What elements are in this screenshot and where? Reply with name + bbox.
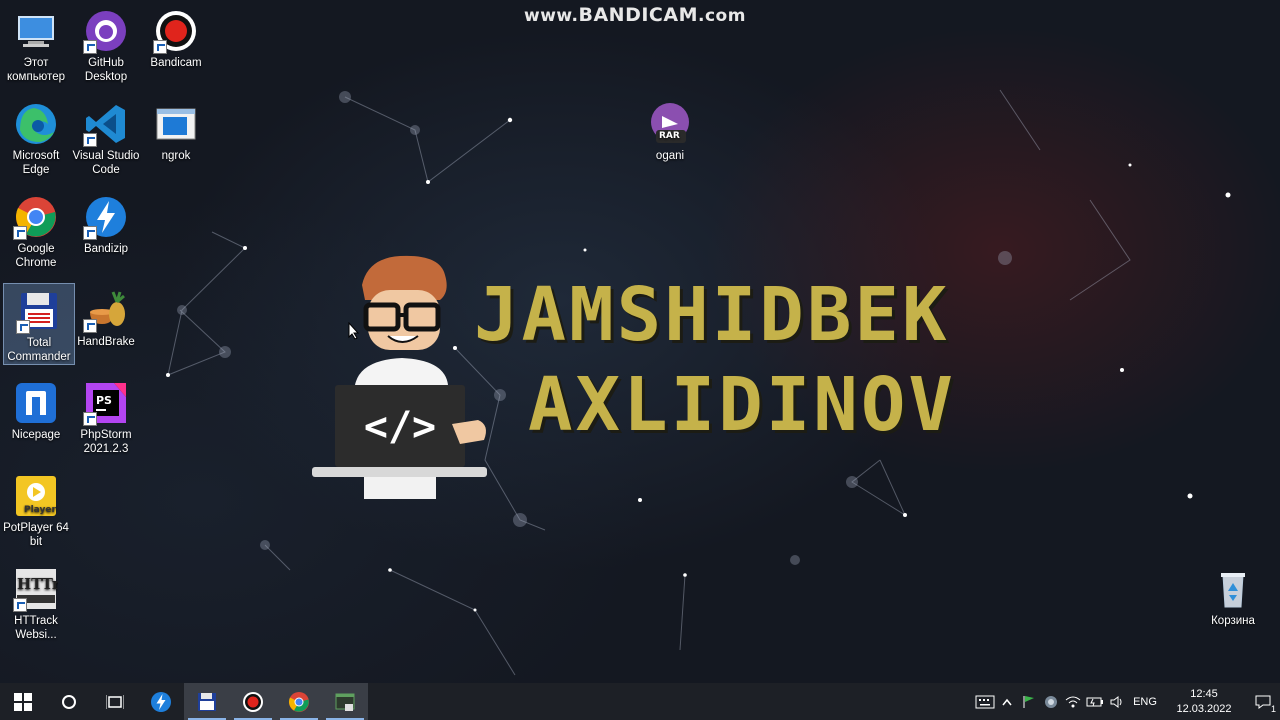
- terminal-icon: [335, 693, 355, 711]
- github-desktop-icon: [83, 8, 129, 54]
- start-icon: [14, 692, 32, 711]
- nicepage-icon: [13, 380, 59, 426]
- svg-text:Player: Player: [24, 505, 56, 515]
- mouse-cursor-icon: [348, 322, 360, 340]
- rar-badge: RAR: [659, 131, 680, 141]
- ngrok-icon: [153, 101, 199, 147]
- svg-text:HTTr: HTTr: [17, 575, 58, 593]
- winrar-archive-icon: RAR: [647, 101, 693, 147]
- desktop-icon-bandizip[interactable]: Bandizip: [71, 190, 141, 256]
- notification-icon: [1255, 695, 1271, 709]
- chrome-icon: [289, 691, 309, 712]
- wallpaper-title-line2: AXLIDINOV: [528, 362, 956, 448]
- shortcut-arrow-icon: [83, 133, 97, 147]
- bandicam-watermark: www.BANDICAM.com: [524, 4, 746, 26]
- task-view-button[interactable]: [92, 683, 138, 720]
- green-flag-icon: [1023, 695, 1034, 708]
- taskbar-bandicam[interactable]: [230, 683, 276, 720]
- clock-time: 12:45: [1190, 687, 1218, 700]
- show-hidden-icons-button[interactable]: [996, 683, 1018, 720]
- task-view-icon: [106, 694, 124, 709]
- shortcut-arrow-icon: [13, 598, 27, 612]
- desktop-icon-ngrok[interactable]: ngrok: [141, 97, 211, 163]
- total-commander-icon: [16, 288, 62, 334]
- edge-icon: [13, 101, 59, 147]
- touch-keyboard-button[interactable]: [974, 683, 996, 720]
- tray-flag[interactable]: [1018, 683, 1040, 720]
- tray-app[interactable]: [1040, 683, 1062, 720]
- start-button[interactable]: [0, 683, 46, 720]
- phpstorm-icon: PS: [83, 380, 129, 426]
- system-tray: ENG 12:45 12.03.2022 1: [974, 683, 1280, 720]
- wifi-icon: [1065, 696, 1081, 707]
- language-indicator[interactable]: ENG: [1128, 683, 1162, 720]
- volume-button[interactable]: [1106, 683, 1128, 720]
- shortcut-arrow-icon: [83, 319, 97, 333]
- taskbar: ENG 12:45 12.03.2022 1: [0, 683, 1280, 720]
- bandicam-icon: [243, 691, 263, 712]
- network-button[interactable]: [1062, 683, 1084, 720]
- battery-icon: [1086, 697, 1103, 706]
- taskbar-bandizip[interactable]: [138, 683, 184, 720]
- battery-button[interactable]: [1084, 683, 1106, 720]
- chrome-icon: [13, 194, 59, 240]
- shortcut-arrow-icon: [153, 40, 167, 54]
- this-pc-icon: [13, 8, 59, 54]
- desktop-icon-nicepage[interactable]: Nicepage: [1, 376, 71, 442]
- desktop-icon-bandicam[interactable]: Bandicam: [141, 4, 211, 70]
- desktop-icon-github-desktop[interactable]: GitHub Desktop: [71, 4, 141, 84]
- clock-date: 12.03.2022: [1176, 702, 1232, 715]
- desktop-icon-microsoft-edge[interactable]: Microsoft Edge: [1, 97, 71, 177]
- desktop-icon-recycle-bin[interactable]: Корзина: [1198, 562, 1268, 628]
- httrack-icon: HTTr: [13, 566, 59, 612]
- recycle-bin-icon: [1210, 566, 1256, 612]
- circle-app-icon: [1045, 695, 1057, 708]
- taskbar-chrome[interactable]: [276, 683, 322, 720]
- desktop-icon-potplayer[interactable]: Player PotPlayer 64 bit: [1, 469, 71, 549]
- desktop-icon-this-pc[interactable]: Этот компьютер: [1, 4, 71, 84]
- shortcut-arrow-icon: [13, 226, 27, 240]
- taskbar-terminal[interactable]: [322, 683, 368, 720]
- bandizip-icon: [151, 691, 171, 712]
- bandizip-icon: [83, 194, 129, 240]
- shortcut-arrow-icon: [83, 226, 97, 240]
- taskbar-total-commander[interactable]: [184, 683, 230, 720]
- programmer-character: </>: [312, 255, 487, 499]
- desktop-icon-vscode[interactable]: Visual Studio Code: [71, 97, 141, 177]
- shortcut-arrow-icon: [83, 412, 97, 426]
- desktop-icon-httrack[interactable]: HTTr HTTrack Websi...: [1, 562, 71, 642]
- notification-center-button[interactable]: 1: [1246, 683, 1280, 720]
- search-icon: [62, 694, 76, 709]
- keyboard-icon: [975, 695, 995, 708]
- desktop-icon-google-chrome[interactable]: Google Chrome: [1, 190, 71, 270]
- code-symbol: </>: [364, 404, 436, 450]
- speaker-icon: [1110, 695, 1122, 708]
- svg-text:PS: PS: [96, 394, 112, 407]
- clock[interactable]: 12:45 12.03.2022: [1162, 687, 1246, 717]
- vscode-icon: [83, 101, 129, 147]
- desktop-icon-handbrake[interactable]: HandBrake: [71, 283, 141, 349]
- potplayer-icon: Player: [13, 473, 59, 519]
- chevron-up-icon: [1002, 698, 1012, 705]
- wallpaper-title-line1: JAMSHIDBEK: [474, 272, 950, 358]
- desktop-icon-total-commander[interactable]: Total Commander: [3, 283, 75, 365]
- handbrake-icon: [83, 287, 129, 333]
- bandicam-icon: [153, 8, 199, 54]
- notification-count: 1: [1270, 704, 1276, 714]
- total-commander-icon: [198, 692, 216, 711]
- search-button[interactable]: [46, 683, 92, 720]
- shortcut-arrow-icon: [16, 320, 30, 334]
- desktop-icon-phpstorm[interactable]: PS PhpStorm 2021.2.3: [71, 376, 141, 456]
- desktop-file-ogani-rar[interactable]: RAR ogani: [635, 97, 705, 163]
- shortcut-arrow-icon: [83, 40, 97, 54]
